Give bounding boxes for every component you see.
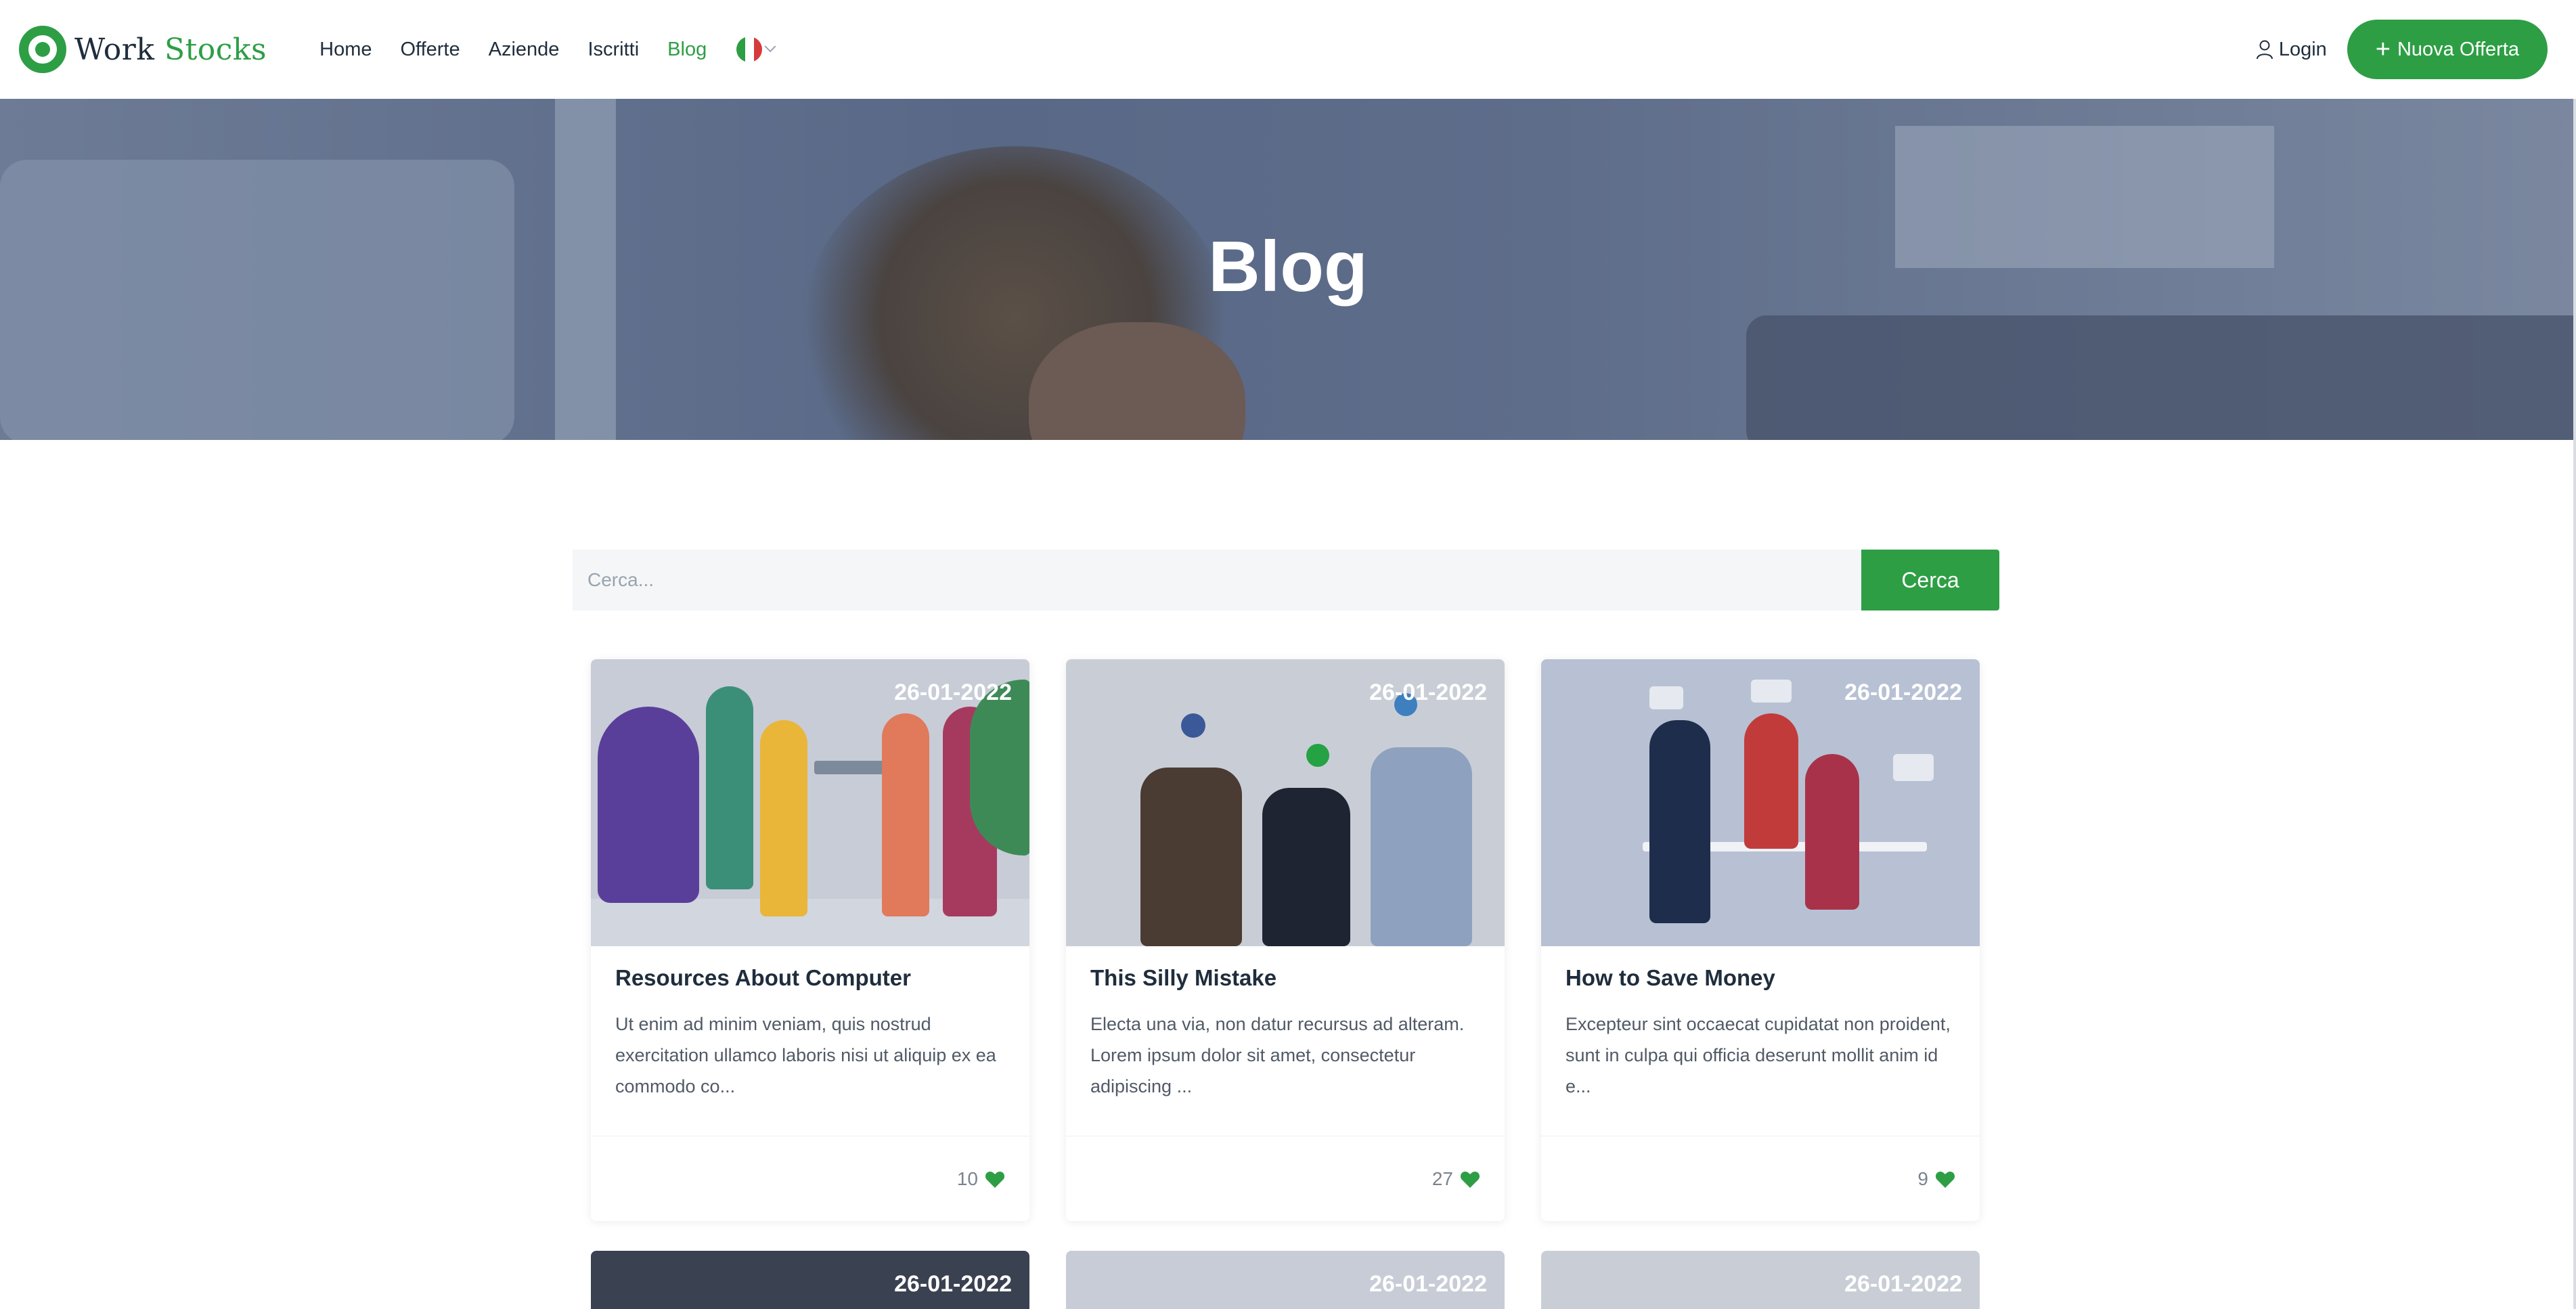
login-label: Login: [2278, 38, 2327, 60]
person-illustration: [1805, 754, 1859, 910]
blog-card-image[interactable]: 26-01-2022: [1066, 659, 1505, 946]
post-date: 26-01-2022: [1844, 680, 1962, 705]
facebook-icon: [1181, 713, 1205, 738]
post-title[interactable]: Resources About Computer: [615, 965, 1005, 991]
user-icon: [2256, 40, 2273, 60]
blog-card-image[interactable]: 26-01-2022: [1541, 659, 1980, 946]
person-illustration: [882, 713, 929, 916]
post-title[interactable]: This Silly Mistake: [1090, 965, 1480, 991]
hero-banner: Blog: [0, 99, 2576, 440]
chevron-down-icon: [764, 41, 776, 53]
language-selector[interactable]: [736, 37, 776, 62]
logo-ring-icon: [19, 26, 66, 73]
post-date: 26-01-2022: [1369, 1271, 1487, 1297]
plant-illustration: [970, 680, 1029, 856]
brand-logo[interactable]: Work Stocks: [16, 0, 267, 99]
heart-icon[interactable]: [985, 1170, 1005, 1189]
chat-bubble-illustration: [1649, 686, 1683, 709]
blog-search: Cerca: [573, 550, 1999, 611]
person-illustration: [1262, 788, 1350, 946]
blog-card-partial[interactable]: 26-01-2022: [1541, 1251, 1980, 1309]
hero-background-shape: [1746, 315, 2576, 440]
blog-card-image[interactable]: 26-01-2022: [591, 659, 1029, 946]
nav-item-aziende[interactable]: Aziende: [489, 39, 560, 61]
person-illustration: [1744, 713, 1798, 849]
heart-icon[interactable]: [1460, 1170, 1480, 1189]
post-date: 26-01-2022: [1844, 1271, 1962, 1297]
person-illustration: [1371, 747, 1472, 946]
header-actions: Login + Nuova Offerta: [2256, 20, 2560, 79]
post-excerpt: Electa una via, non datur recursus ad al…: [1090, 1014, 1465, 1096]
blog-card[interactable]: 26-01-2022 Resources About Computer Ut e…: [591, 659, 1029, 1221]
post-date: 26-01-2022: [894, 680, 1012, 705]
blog-card-footer: 9: [1541, 1136, 1980, 1221]
blog-card-body: How to Save Money Excepteur sint occaeca…: [1541, 946, 1980, 1136]
post-date: 26-01-2022: [1369, 680, 1487, 705]
new-offer-button[interactable]: + Nuova Offerta: [2347, 20, 2548, 79]
person-illustration: [1140, 768, 1242, 946]
top-navbar: Work Stocks Home Offerte Aziende Iscritt…: [0, 0, 2576, 99]
brand-name-part1: Work: [74, 32, 155, 67]
chat-bubble-illustration: [1751, 680, 1792, 703]
nav-item-iscritti[interactable]: Iscritti: [587, 39, 639, 61]
new-offer-label: Nuova Offerta: [2397, 38, 2519, 60]
post-date: 26-01-2022: [894, 1271, 1012, 1297]
like-count: 27: [1431, 1168, 1453, 1189]
nav-item-home[interactable]: Home: [319, 39, 372, 61]
post-excerpt: Excepteur sint occaecat cupidatat non pr…: [1565, 1014, 1951, 1096]
page-title: Blog: [1208, 227, 1368, 307]
blog-card-partial[interactable]: 26-01-2022: [1066, 1251, 1505, 1309]
post-title[interactable]: How to Save Money: [1565, 965, 1955, 991]
plant-illustration: [598, 707, 699, 903]
person-illustration: [1649, 720, 1710, 923]
heart-icon[interactable]: [1935, 1170, 1955, 1189]
italy-flag-icon: [736, 37, 763, 62]
chat-bubble-illustration: [1893, 754, 1934, 781]
page-scrollbar[interactable]: [2573, 99, 2576, 1309]
person-illustration: [706, 686, 753, 889]
search-input[interactable]: [573, 550, 1861, 611]
blog-card-body: This Silly Mistake Electa una via, non d…: [1066, 946, 1505, 1136]
whatsapp-icon: [1306, 744, 1329, 767]
login-link[interactable]: Login: [2256, 39, 2327, 61]
like-count: 9: [1917, 1168, 1928, 1189]
blog-card-body: Resources About Computer Ut enim ad mini…: [591, 946, 1029, 1136]
main-nav: Home Offerte Aziende Iscritti Blog: [319, 0, 776, 99]
plus-icon: +: [2375, 35, 2391, 64]
person-illustration: [760, 720, 807, 916]
brand-name: Work Stocks: [74, 32, 267, 67]
blog-card-footer: 10: [591, 1136, 1029, 1221]
blog-card[interactable]: 26-01-2022 This Silly Mistake Electa una…: [1066, 659, 1505, 1221]
blog-card[interactable]: 26-01-2022 How to Save Money Excepteur s…: [1541, 659, 1980, 1221]
blog-card-partial[interactable]: 26-01-2022: [591, 1251, 1029, 1309]
post-excerpt: Ut enim ad minim veniam, quis nostrud ex…: [615, 1014, 996, 1096]
blog-card-footer: 27: [1066, 1136, 1505, 1221]
like-count: 10: [956, 1168, 978, 1189]
search-button[interactable]: Cerca: [1861, 550, 1999, 611]
brand-name-part2: Stocks: [164, 32, 267, 67]
nav-item-blog[interactable]: Blog: [667, 39, 707, 61]
nav-item-offerte[interactable]: Offerte: [401, 39, 460, 61]
